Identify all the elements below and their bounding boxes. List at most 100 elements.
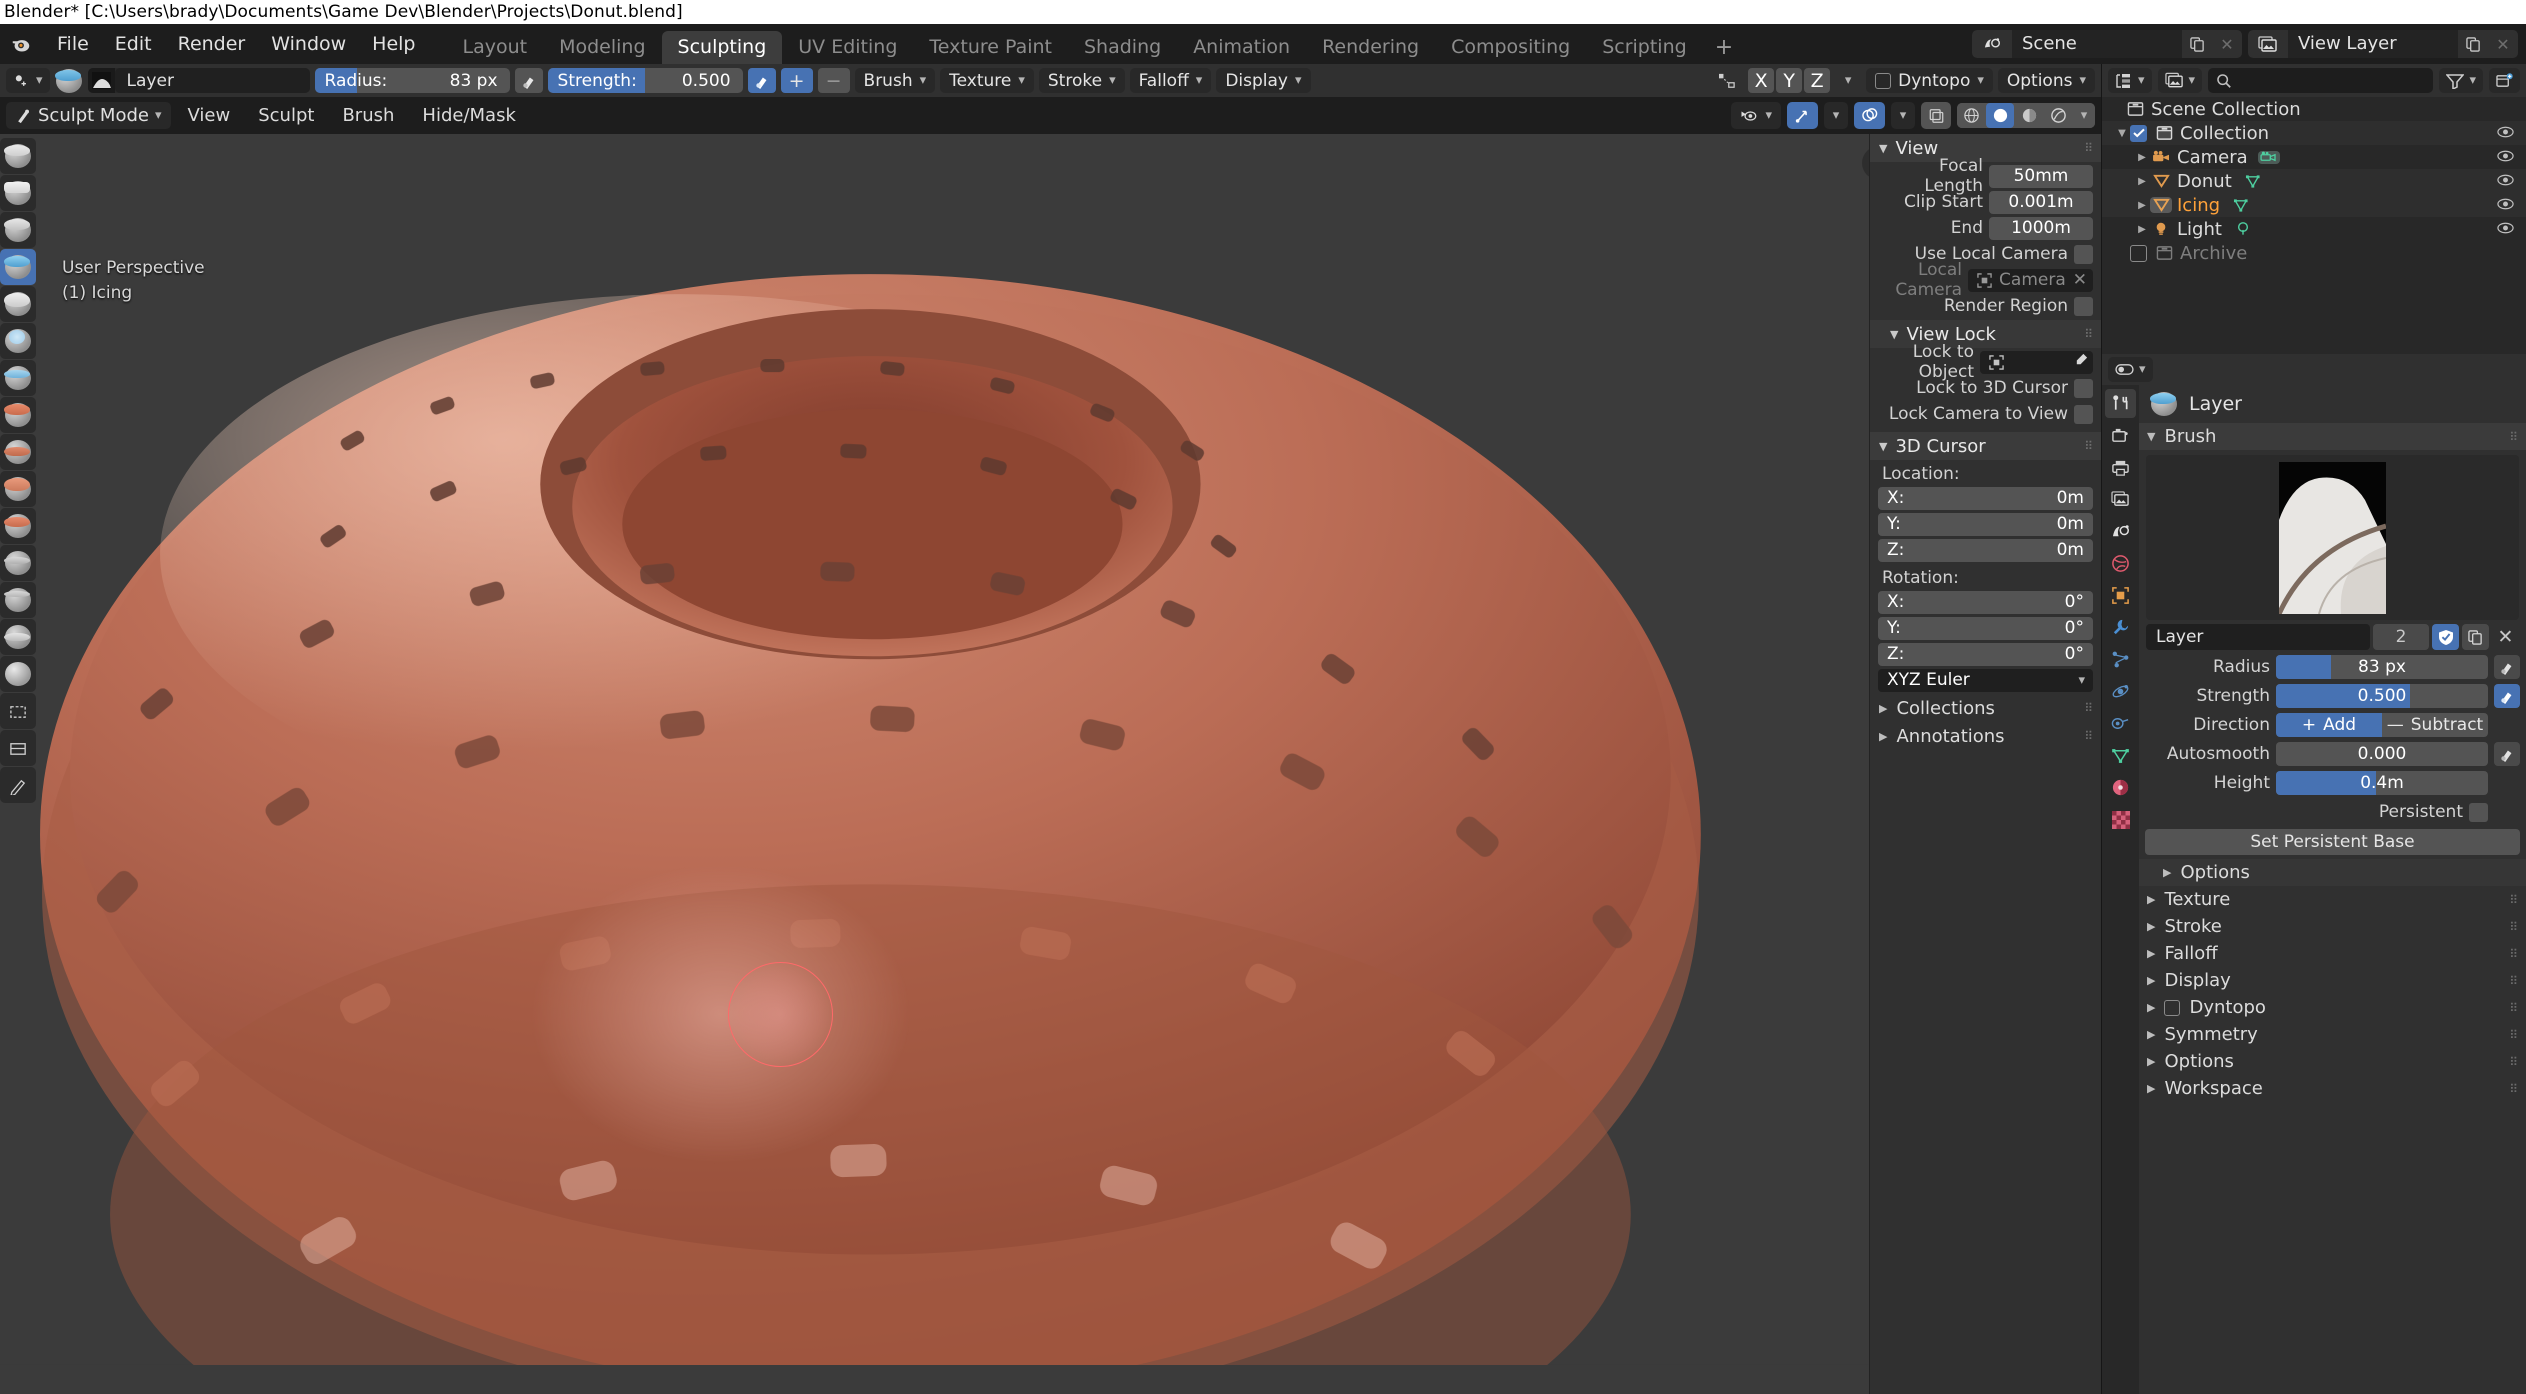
menu-help[interactable]: Help bbox=[359, 29, 428, 59]
outliner-row-icing[interactable]: ▶ Icing bbox=[2102, 193, 2526, 217]
overlay-options-chevron[interactable]: ▾ bbox=[1891, 102, 1915, 129]
new-scene-button[interactable] bbox=[2182, 30, 2212, 58]
outliner-row-scene-collection[interactable]: Scene Collection bbox=[2102, 97, 2526, 121]
view3d-menu-view[interactable]: View bbox=[177, 102, 242, 129]
autosmooth-slider[interactable]: 0.000 bbox=[2276, 742, 2488, 766]
donut-visibility-eye-icon[interactable] bbox=[2497, 172, 2514, 190]
brush-preview-image[interactable] bbox=[2146, 455, 2519, 620]
camera-visibility-eye-icon[interactable] bbox=[2497, 148, 2514, 166]
texture-tab[interactable] bbox=[2105, 805, 2136, 834]
view3d-menu-sculpt[interactable]: Sculpt bbox=[247, 102, 325, 129]
chevron-right-icon[interactable]: ▶ bbox=[2134, 176, 2150, 187]
scene-datablock[interactable]: Scene ✕ bbox=[1972, 30, 2242, 58]
outliner-row-donut[interactable]: ▶ Donut bbox=[2102, 169, 2526, 193]
direction-add-button[interactable]: + bbox=[780, 68, 813, 93]
height-slider[interactable]: 0.4m bbox=[2276, 771, 2488, 795]
radius-pressure-toggle[interactable] bbox=[2494, 655, 2520, 679]
annotate-tool[interactable] bbox=[0, 767, 36, 803]
show-gizmo-toggle[interactable] bbox=[1787, 102, 1818, 129]
outliner-display-mode-button[interactable]: ▾ bbox=[2157, 68, 2203, 93]
strength-pressure-toggle[interactable] bbox=[747, 68, 776, 93]
viewlayer-datablock[interactable]: View Layer ✕ bbox=[2248, 30, 2518, 58]
viewlayer-tab[interactable] bbox=[2105, 485, 2136, 514]
tool-tab[interactable] bbox=[2105, 389, 2136, 418]
cursor-rotation-mode-dropdown[interactable]: XYZ Euler ▾ bbox=[1878, 668, 2093, 692]
mesh-data-icon[interactable] bbox=[2242, 174, 2264, 189]
focal-length-field[interactable]: 50mm bbox=[1989, 164, 2093, 188]
editor-type-selector[interactable]: ▾ bbox=[6, 68, 50, 93]
stroke-dropdown[interactable]: Stroke ▾ bbox=[1038, 68, 1125, 93]
duplicate-brush-button[interactable] bbox=[2462, 624, 2489, 650]
outliner-row-camera[interactable]: ▶ Camera bbox=[2102, 145, 2526, 169]
particles-tab[interactable] bbox=[2105, 645, 2136, 674]
show-overlays-toggle[interactable] bbox=[1854, 102, 1885, 129]
icing-visibility-eye-icon[interactable] bbox=[2497, 196, 2514, 214]
chevron-down-icon[interactable]: ▼ bbox=[2114, 128, 2130, 139]
clay-brush-tool[interactable] bbox=[0, 212, 36, 248]
menu-edit[interactable]: Edit bbox=[102, 29, 165, 59]
view3d-menu-hide-mask[interactable]: Hide/Mask bbox=[411, 102, 526, 129]
smooth-brush-tool[interactable] bbox=[0, 397, 36, 433]
symmetry-y-button[interactable]: Y bbox=[1776, 68, 1803, 93]
texture-dropdown[interactable]: Texture ▾ bbox=[940, 68, 1034, 93]
chevron-right-icon[interactable]: ▶ bbox=[2134, 224, 2150, 235]
dyntopo-panel-header[interactable]: ▶ Dyntopo ⠿ bbox=[2139, 994, 2526, 1021]
tab-layout[interactable]: Layout bbox=[447, 31, 544, 64]
material-preview-button[interactable] bbox=[2015, 103, 2043, 128]
persistent-checkbox[interactable] bbox=[2469, 802, 2488, 822]
flatten-brush-tool[interactable] bbox=[0, 434, 36, 470]
dyntopo-toggle[interactable]: Dyntopo ▾ bbox=[1866, 68, 1993, 93]
workspace-panel-header[interactable]: ▶ Workspace ⠿ bbox=[2139, 1075, 2526, 1102]
outliner-row-collection[interactable]: ▼ Collection bbox=[2102, 121, 2526, 145]
render-region-checkbox[interactable] bbox=[2074, 296, 2093, 316]
falloff-dropdown[interactable]: Falloff ▾ bbox=[1129, 68, 1212, 93]
use-local-camera-checkbox[interactable] bbox=[2074, 244, 2093, 264]
scene-name[interactable]: Scene bbox=[2012, 30, 2182, 58]
brush-panel-header[interactable]: ▼ Brush ⠿ bbox=[2139, 423, 2526, 450]
inflate-brush-tool[interactable] bbox=[0, 286, 36, 322]
symmetry-z-button[interactable]: Z bbox=[1804, 68, 1831, 93]
strength-slider[interactable]: 0.500 bbox=[2276, 684, 2488, 708]
view3d-menu-brush[interactable]: Brush bbox=[331, 102, 405, 129]
texture-panel-header[interactable]: ▶ Texture ⠿ bbox=[2139, 886, 2526, 913]
tab-animation[interactable]: Animation bbox=[1177, 31, 1306, 64]
new-collection-button[interactable] bbox=[2489, 68, 2520, 93]
tab-sculpting[interactable]: Sculpting bbox=[661, 31, 783, 64]
visibility-dropdown[interactable]: ▾ bbox=[1731, 102, 1781, 129]
collection-enable-checkbox[interactable] bbox=[2130, 124, 2147, 142]
mesh-data-icon[interactable] bbox=[2230, 198, 2252, 213]
camera-data-icon[interactable] bbox=[2257, 150, 2280, 164]
cursor-location-z-field[interactable]: Z: 0m bbox=[1878, 538, 2093, 562]
add-workspace-button[interactable]: + bbox=[1703, 31, 1745, 64]
outliner-row-light[interactable]: ▶ Light bbox=[2102, 217, 2526, 241]
tab-shading[interactable]: Shading bbox=[1068, 31, 1177, 64]
viewlayer-name[interactable]: View Layer bbox=[2288, 30, 2458, 58]
menu-render[interactable]: Render bbox=[165, 29, 259, 59]
fill-brush-tool[interactable] bbox=[0, 471, 36, 507]
modifier-tab[interactable] bbox=[2105, 613, 2136, 642]
output-tab[interactable] bbox=[2105, 453, 2136, 482]
outliner-filter-button[interactable]: ▾ bbox=[2439, 68, 2483, 93]
rendered-shading-button[interactable] bbox=[2044, 103, 2072, 128]
clip-start-field[interactable]: 0.001m bbox=[1989, 190, 2093, 214]
cursor-rotation-x-field[interactable]: X: 0° bbox=[1878, 590, 2093, 614]
scrape-brush-tool[interactable] bbox=[0, 508, 36, 544]
annotations-panel-header[interactable]: ▶ Annotations ⠿ bbox=[1870, 722, 2101, 750]
box-hide-tool[interactable] bbox=[0, 730, 36, 766]
tab-texture-paint[interactable]: Texture Paint bbox=[913, 31, 1068, 64]
world-tab[interactable] bbox=[2105, 549, 2136, 578]
mask-brush-tool[interactable] bbox=[0, 656, 36, 692]
wireframe-shading-button[interactable] bbox=[1957, 103, 1985, 128]
brush-user-count[interactable]: 2 bbox=[2373, 624, 2429, 650]
chevron-right-icon[interactable]: ▶ bbox=[2134, 152, 2150, 163]
falloff-panel-header[interactable]: ▶ Falloff ⠿ bbox=[2139, 940, 2526, 967]
unlink-scene-button[interactable]: ✕ bbox=[2212, 30, 2242, 58]
blob-brush-tool[interactable] bbox=[0, 323, 36, 359]
local-camera-field[interactable]: Camera ✕ bbox=[1968, 268, 2093, 292]
radius-slider[interactable]: Radius: 83 px bbox=[314, 68, 510, 93]
object-tab[interactable] bbox=[2105, 581, 2136, 610]
cursor-location-x-field[interactable]: X: 0m bbox=[1878, 486, 2093, 510]
draw-sharp-brush-tool[interactable] bbox=[0, 175, 36, 211]
tab-scripting[interactable]: Scripting bbox=[1586, 31, 1703, 64]
cursor-rotation-z-field[interactable]: Z: 0° bbox=[1878, 642, 2093, 666]
